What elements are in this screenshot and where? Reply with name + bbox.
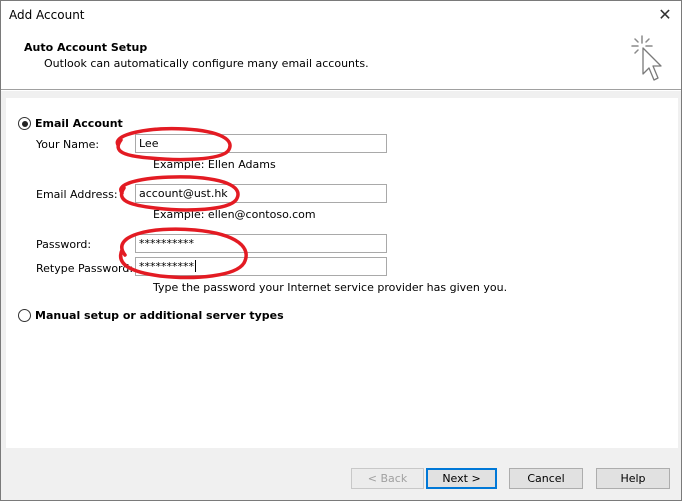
header-subtitle: Outlook can automatically configure many…: [44, 57, 369, 70]
cancel-button[interactable]: Cancel: [509, 468, 583, 489]
retype-password-input[interactable]: **********: [135, 257, 387, 276]
text-caret: [195, 260, 196, 272]
email-account-radio[interactable]: [18, 117, 31, 130]
next-button[interactable]: Next >: [426, 468, 497, 489]
manual-setup-label[interactable]: Manual setup or additional server types: [35, 309, 284, 322]
cursor-click-icon: [628, 34, 668, 89]
password-hint: Type the password your Internet service …: [153, 281, 508, 294]
header-title: Auto Account Setup: [24, 41, 148, 54]
retype-password-label: Retype Password:: [36, 262, 134, 275]
window-title: Add Account: [9, 8, 85, 22]
help-button[interactable]: Help: [596, 468, 670, 489]
header-separator: [1, 89, 681, 91]
back-button[interactable]: < Back: [351, 468, 424, 489]
your-name-label: Your Name:: [36, 138, 100, 151]
close-icon: ✕: [658, 5, 672, 24]
email-address-example: Example: ellen@contoso.com: [153, 208, 316, 221]
email-address-label: Email Address:: [36, 188, 118, 201]
email-address-input[interactable]: account@ust.hk: [135, 184, 387, 203]
title-bar: [1, 1, 681, 31]
retype-password-value: **********: [139, 260, 194, 273]
password-input[interactable]: **********: [135, 234, 387, 253]
close-button[interactable]: ✕: [654, 4, 676, 26]
your-name-example: Example: Ellen Adams: [153, 158, 276, 171]
password-label: Password:: [36, 238, 92, 251]
your-name-input[interactable]: Lee: [135, 134, 387, 153]
manual-setup-radio[interactable]: [18, 309, 31, 322]
email-account-label[interactable]: Email Account: [35, 117, 123, 130]
